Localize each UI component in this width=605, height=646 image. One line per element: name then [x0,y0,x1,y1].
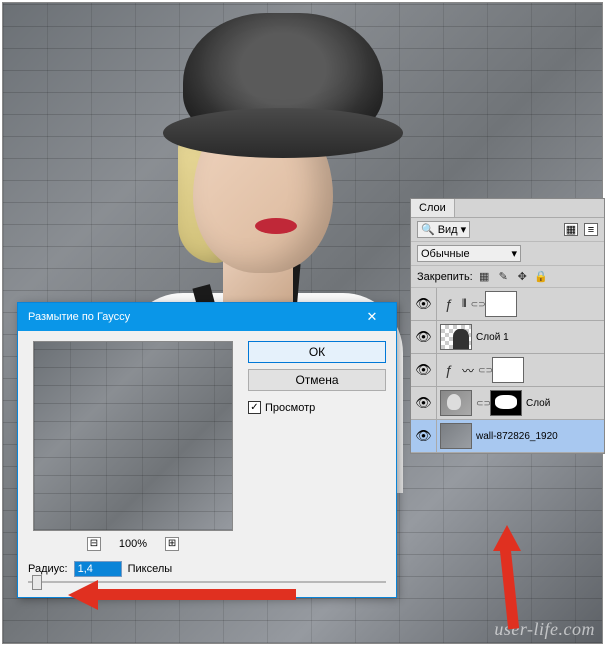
close-icon[interactable]: ✕ [358,309,386,325]
radius-unit: Пикселы [128,563,173,575]
layer-name[interactable]: wall-872826_1920 [476,431,558,442]
layers-panel: Слои 🔍 Вид ▾ ▦ ≡ Обычные ▾ Закрепить: ▦ … [410,198,605,454]
chevron-down-icon: ▾ [461,223,467,236]
blend-mode-label: Обычные [421,248,470,260]
layer-row[interactable]: 👁 ƒ ⫴ ⊂⊃ [411,288,604,321]
radius-input[interactable] [74,561,122,577]
link-icon: ⊂⊃ [471,299,481,310]
layer-row[interactable]: 👁 ⊂⊃ Слой [411,387,604,420]
preview-checkbox[interactable]: ✓ [248,401,261,414]
preview-checkbox-label: Просмотр [265,402,315,414]
lock-all-icon[interactable]: 🔒 [534,269,549,284]
blend-mode-select[interactable]: Обычные ▾ [417,245,521,262]
lock-pixels-icon[interactable]: ▦ [477,269,492,284]
visibility-toggle[interactable]: 👁 [411,387,437,419]
cancel-button[interactable]: Отмена [248,369,386,391]
lock-position-icon[interactable]: ✥ [515,269,530,284]
chevron-down-icon: ▾ [511,247,517,260]
layer-mask-thumb[interactable] [485,291,517,317]
lock-brush-icon[interactable]: ✎ [496,269,511,284]
adjustment-icon: ƒ [440,296,458,312]
dialog-titlebar[interactable]: Размытие по Гауссу ✕ [18,303,396,331]
blur-preview[interactable] [33,341,233,531]
filter-icon[interactable]: ▦ [564,223,578,236]
layer-thumb[interactable] [440,324,472,350]
gaussian-blur-dialog: Размытие по Гауссу ✕ ⊟ 100% ⊞ ОК Отмена … [17,302,397,598]
tab-layers[interactable]: Слои [411,199,455,217]
layer-mask-thumb[interactable] [490,390,522,416]
lock-label: Закрепить: [417,271,473,283]
zoom-level: 100% [119,538,147,550]
visibility-toggle[interactable]: 👁 [411,288,437,320]
layer-type-label: Вид [438,224,458,236]
layer-row[interactable]: 👁 wall-872826_1920 [411,420,604,453]
adjustment-icon: ƒ [440,362,458,378]
link-icon: ⊂⊃ [478,365,488,376]
layer-row[interactable]: 👁 Слой 1 [411,321,604,354]
zoom-out-button[interactable]: ⊟ [87,537,101,551]
search-icon: 🔍 [421,223,435,236]
slider-thumb[interactable] [32,575,42,590]
layer-name[interactable]: Слой [526,398,550,409]
layer-thumb[interactable] [440,390,472,416]
zoom-in-button[interactable]: ⊞ [165,537,179,551]
levels-icon: ⫴ [462,298,467,311]
panel-menu-icon[interactable]: ≡ [584,223,598,236]
visibility-toggle[interactable]: 👁 [411,321,437,353]
radius-label: Радиус: [28,563,68,575]
layer-thumb[interactable] [440,423,472,449]
layer-type-select[interactable]: 🔍 Вид ▾ [417,221,470,238]
annotation-arrow [68,583,298,607]
visibility-toggle[interactable]: 👁 [411,354,437,386]
ok-button[interactable]: ОК [248,341,386,363]
layer-mask-thumb[interactable] [492,357,524,383]
link-icon: ⊂⊃ [476,398,486,409]
visibility-toggle[interactable]: 👁 [411,420,437,452]
layer-row[interactable]: 👁 ƒ 〰 ⊂⊃ [411,354,604,387]
layer-name[interactable]: Слой 1 [476,332,509,343]
dialog-title-text: Размытие по Гауссу [28,311,130,323]
annotation-arrow [497,525,527,629]
curves-icon: 〰 [462,362,474,379]
